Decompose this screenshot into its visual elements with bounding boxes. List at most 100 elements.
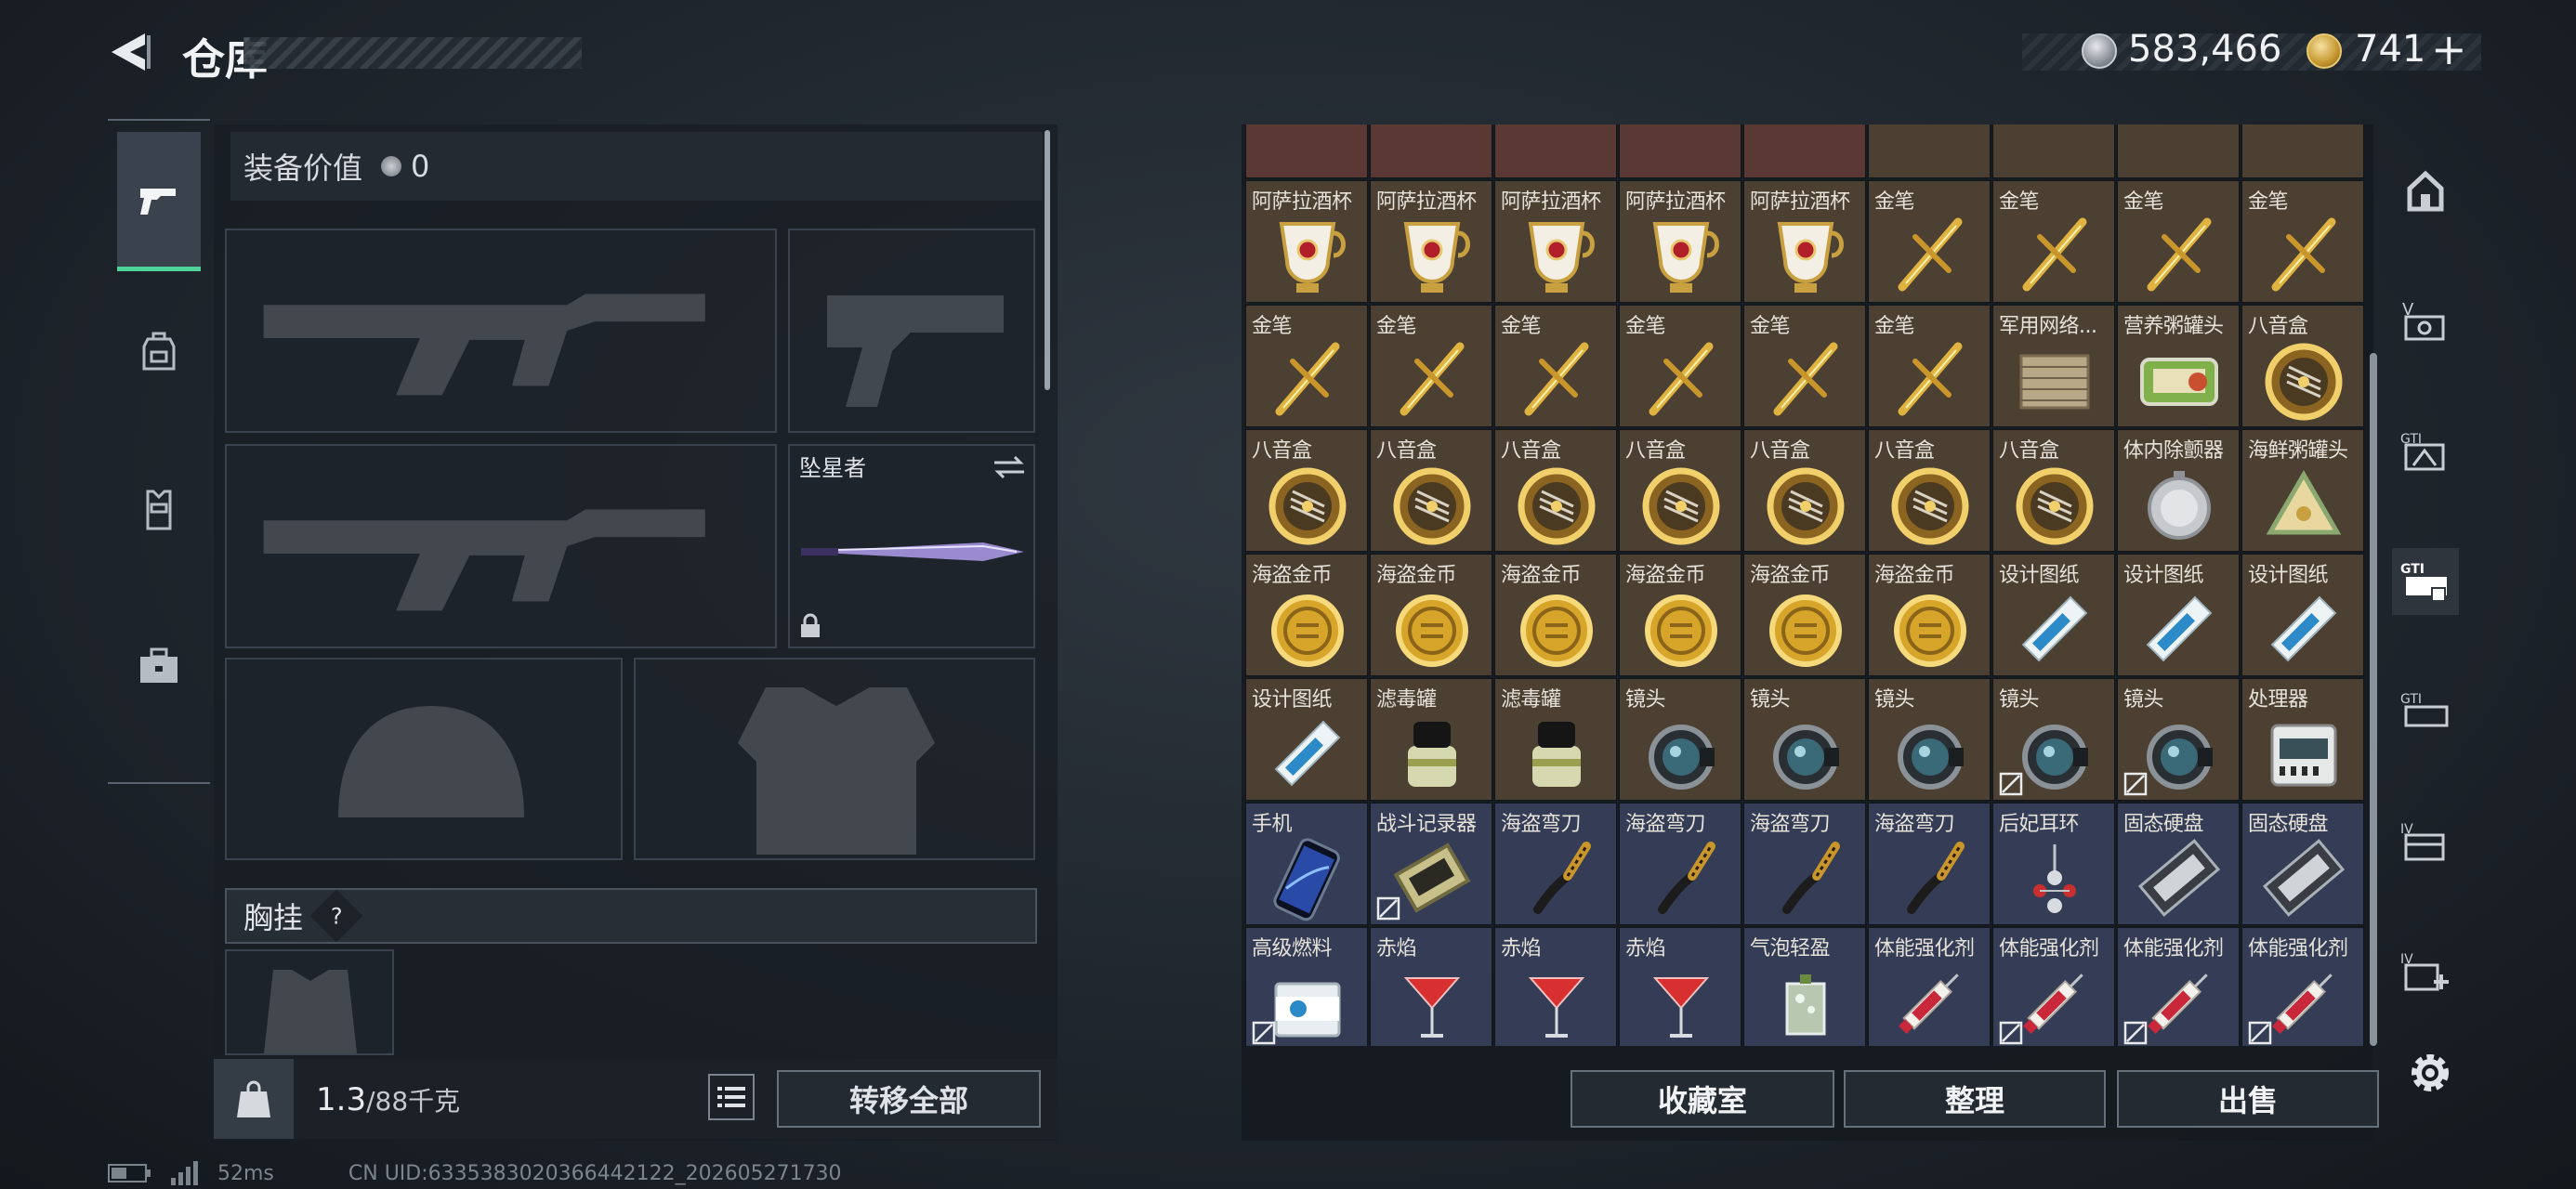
warehouse-item[interactable]: 金笔 (1868, 180, 1991, 303)
warehouse-item[interactable]: 滤毒罐 (1370, 678, 1492, 801)
warehouse-item[interactable]: 手机 (1245, 803, 1368, 925)
warehouse-cell-partial[interactable] (2241, 124, 2364, 178)
swap-icon[interactable] (991, 453, 1028, 481)
tab-backpack[interactable] (117, 281, 201, 420)
warehouse-item[interactable]: 八音盒 (1992, 429, 2115, 552)
warehouse-item[interactable]: 金笔 (1992, 180, 2115, 303)
warehouse-item[interactable]: 设计图纸 (1245, 678, 1368, 801)
warehouse-item[interactable]: 军用网络... (1992, 305, 2115, 427)
warehouse-item[interactable]: 赤焰 (1619, 927, 1741, 1046)
sort-button[interactable]: 整理 (1844, 1070, 2106, 1128)
warehouse-item[interactable]: 海盗弯刀 (1743, 803, 1866, 925)
warehouse-item[interactable]: 金笔 (1494, 305, 1617, 427)
warehouse-item[interactable]: 海盗金币 (1494, 554, 1617, 676)
warehouse-item[interactable]: 阿萨拉酒杯 (1245, 180, 1368, 303)
warehouse-item[interactable]: 金笔 (1868, 305, 1991, 427)
help-icon[interactable]: ? (309, 889, 363, 943)
warehouse-cell-partial[interactable] (1494, 124, 1617, 178)
warehouse-item[interactable]: 金笔 (1743, 305, 1866, 427)
list-view-button[interactable] (708, 1074, 755, 1120)
warehouse-item[interactable]: 体能强化剂 (2241, 927, 2364, 1046)
warehouse-item[interactable]: 海鲜粥罐头 (2241, 429, 2364, 552)
warehouse-item[interactable]: 赤焰 (1370, 927, 1492, 1046)
warehouse-item[interactable]: 八音盒 (1370, 429, 1492, 552)
weight-button[interactable] (214, 1059, 294, 1139)
settings-gear-icon[interactable] (2403, 1046, 2457, 1100)
chest-rig-slot[interactable] (225, 949, 394, 1055)
warehouse-item[interactable]: 战斗记录器 (1370, 803, 1492, 925)
warehouse-item[interactable]: 镜头 (1619, 678, 1741, 801)
tab-gti-3[interactable]: GTI (2392, 678, 2459, 745)
tab-vest[interactable] (117, 438, 201, 578)
primary-weapon-slot[interactable] (225, 229, 777, 433)
warehouse-item[interactable]: 气泡轻盈 (1743, 927, 1866, 1046)
warehouse-item[interactable]: 海盗金币 (1619, 554, 1741, 676)
tab-gti-2[interactable]: GTI (2392, 548, 2459, 615)
warehouse-item[interactable]: 后妃耳环 (1992, 803, 2115, 925)
warehouse-item[interactable]: 金笔 (1619, 305, 1741, 427)
warehouse-item[interactable]: 营养粥罐头 (2117, 305, 2240, 427)
warehouse-scrollbar[interactable] (2370, 353, 2377, 1046)
warehouse-item[interactable]: 体能强化剂 (1868, 927, 1991, 1046)
warehouse-item[interactable]: 八音盒 (1245, 429, 1368, 552)
warehouse-item[interactable]: 设计图纸 (1992, 554, 2115, 676)
warehouse-item[interactable]: 镜头 (1743, 678, 1866, 801)
warehouse-item[interactable]: 镜头 (2117, 678, 2240, 801)
warehouse-cell-partial[interactable] (1992, 124, 2115, 178)
tab-iv-[interactable]: IV (2392, 938, 2459, 1005)
tab-case[interactable] (117, 596, 201, 736)
warehouse-item[interactable]: 八音盒 (1619, 429, 1741, 552)
warehouse-item[interactable]: 海盗金币 (1370, 554, 1492, 676)
add-gold-button[interactable]: + (2431, 24, 2467, 74)
warehouse-item[interactable]: 金笔 (1370, 305, 1492, 427)
warehouse-item[interactable]: 八音盒 (1743, 429, 1866, 552)
collection-button[interactable]: 收藏室 (1571, 1070, 1834, 1128)
tab-weapon[interactable] (117, 132, 201, 271)
warehouse-item[interactable]: 设计图纸 (2241, 554, 2364, 676)
warehouse-item[interactable]: 八音盒 (1868, 429, 1991, 552)
tab-iv[interactable]: IV (2392, 808, 2459, 875)
warehouse-item[interactable]: 赤焰 (1494, 927, 1617, 1046)
warehouse-item[interactable]: 设计图纸 (2117, 554, 2240, 676)
warehouse-item[interactable]: 阿萨拉酒杯 (1743, 180, 1866, 303)
warehouse-item[interactable]: 固态硬盘 (2241, 803, 2364, 925)
warehouse-cell-partial[interactable] (1619, 124, 1741, 178)
warehouse-item[interactable]: 体内除颤器 (2117, 429, 2240, 552)
warehouse-cell-partial[interactable] (1743, 124, 1866, 178)
warehouse-cell-partial[interactable] (2117, 124, 2240, 178)
warehouse-item[interactable]: 体能强化剂 (1992, 927, 2115, 1046)
warehouse-item[interactable]: 滤毒罐 (1494, 678, 1617, 801)
warehouse-cell-partial[interactable] (1370, 124, 1492, 178)
warehouse-item[interactable]: 海盗金币 (1245, 554, 1368, 676)
warehouse-item[interactable]: 海盗弯刀 (1619, 803, 1741, 925)
warehouse-item[interactable]: 海盗弯刀 (1868, 803, 1991, 925)
warehouse-item[interactable]: 八音盒 (1494, 429, 1617, 552)
warehouse-cell-partial[interactable] (1868, 124, 1991, 178)
warehouse-item[interactable]: 高级燃料 (1245, 927, 1368, 1046)
warehouse-item[interactable]: 阿萨拉酒杯 (1494, 180, 1617, 303)
melee-slot[interactable]: 坠星者 (788, 444, 1035, 648)
loadout-scrollbar[interactable] (1045, 130, 1050, 390)
warehouse-cell-partial[interactable] (1245, 124, 1368, 178)
warehouse-item[interactable]: 海盗弯刀 (1494, 803, 1617, 925)
secondary-weapon-slot[interactable] (225, 444, 777, 648)
back-button[interactable] (104, 28, 152, 76)
armor-slot[interactable] (634, 658, 1035, 860)
warehouse-item[interactable]: 体能强化剂 (2117, 927, 2240, 1046)
warehouse-item[interactable]: 金笔 (2117, 180, 2240, 303)
warehouse-item[interactable]: 海盗金币 (1868, 554, 1991, 676)
warehouse-item[interactable]: 海盗金币 (1743, 554, 1866, 676)
warehouse-item[interactable]: 镜头 (1868, 678, 1991, 801)
warehouse-item[interactable]: 金笔 (1245, 305, 1368, 427)
sidearm-slot[interactable] (788, 229, 1035, 433)
warehouse-item[interactable]: 镜头 (1992, 678, 2115, 801)
tab-home[interactable] (2392, 158, 2459, 225)
helmet-slot[interactable] (225, 658, 623, 860)
sell-button[interactable]: 出售 (2117, 1070, 2379, 1128)
warehouse-item[interactable]: 阿萨拉酒杯 (1619, 180, 1741, 303)
warehouse-item[interactable]: 阿萨拉酒杯 (1370, 180, 1492, 303)
tab-gti-1[interactable]: GTI (2392, 418, 2459, 485)
tab-v[interactable]: V (2392, 288, 2459, 355)
warehouse-item[interactable]: 固态硬盘 (2117, 803, 2240, 925)
warehouse-item[interactable]: 处理器 (2241, 678, 2364, 801)
